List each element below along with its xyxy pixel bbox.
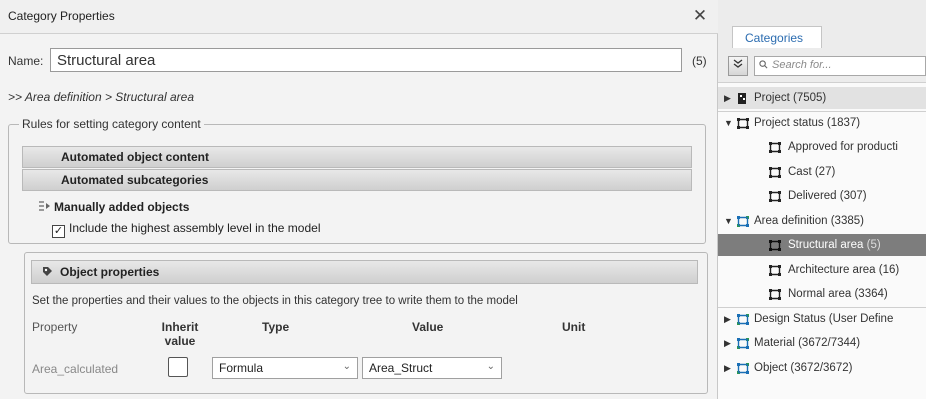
object-properties-title: Object properties xyxy=(60,265,160,279)
tree-item-label: Project (7505) xyxy=(754,92,827,104)
tree-item-label: Cast (27) xyxy=(788,165,836,178)
include-highest-row[interactable]: ✓ Include the highest assembly level in t… xyxy=(52,221,320,238)
expand-arrow-icon[interactable]: ▶ xyxy=(724,357,731,379)
category-color-icon xyxy=(736,361,750,374)
name-count: (5) xyxy=(692,54,707,68)
name-input[interactable] xyxy=(50,48,682,72)
automated-subcategories-header[interactable]: Automated subcategories xyxy=(22,169,692,191)
object-properties-header[interactable]: Object properties xyxy=(31,260,698,284)
chevron-down-icon: ⌄ xyxy=(342,361,351,372)
dialog-title: Category Properties xyxy=(8,9,115,23)
name-label: Name: xyxy=(8,54,44,68)
category-color-icon xyxy=(736,214,750,227)
include-highest-checkbox[interactable]: ✓ xyxy=(52,225,65,238)
collapse-arrow-icon[interactable]: ▼ xyxy=(724,112,733,134)
tab-categories[interactable]: Categories xyxy=(732,26,822,48)
categories-panel: Categories Search for... ▶ Project (7505)… xyxy=(718,0,926,399)
expand-arrow-icon[interactable]: ▶ xyxy=(724,308,731,330)
tree-item-count: (5) xyxy=(863,239,881,251)
tree-item-label: Project status (1837) xyxy=(754,116,861,129)
type-select[interactable]: Formula ⌄ xyxy=(212,357,358,379)
column-type: Type xyxy=(262,320,290,334)
category-icon xyxy=(768,238,782,251)
column-inherit: Inherit value xyxy=(161,320,199,348)
manually-added-objects[interactable]: Manually added objects xyxy=(54,200,189,214)
column-unit: Unit xyxy=(562,320,586,334)
tree-item[interactable]: Structural area (5) xyxy=(718,234,926,256)
search-icon xyxy=(759,60,768,69)
expand-arrow-icon[interactable]: ▶ xyxy=(724,332,731,354)
filter-icon xyxy=(733,59,743,68)
categories-toolbar: Search for... xyxy=(728,54,926,80)
tree-item[interactable]: ▶ Object (3672/3672) xyxy=(718,357,926,379)
column-property: Property xyxy=(32,320,78,334)
tree-item-label: Delivered (307) xyxy=(788,190,867,202)
category-properties-dialog: Category Properties ✕ Name: (5) >> Area … xyxy=(0,0,718,399)
tree-item-label: Material (3672/7344) xyxy=(754,337,861,349)
category-icon xyxy=(768,189,782,202)
manual-objects-icon xyxy=(38,200,52,215)
automated-object-content-header[interactable]: Automated object content xyxy=(22,146,692,168)
category-icon xyxy=(736,116,750,129)
tree-item[interactable]: ▶ Material (3672/7344) xyxy=(718,332,926,354)
tree-item[interactable]: Approved for producti xyxy=(718,136,926,158)
category-tree: ▶ Project (7505) ▼ Project status (1837) App… xyxy=(718,82,926,399)
category-icon xyxy=(768,287,782,300)
tree-item[interactable]: Architecture area (16) xyxy=(718,259,926,281)
value-select-value: Area_Struct xyxy=(369,361,433,375)
close-icon[interactable]: ✕ xyxy=(690,5,710,27)
expand-arrow-icon[interactable]: ▶ xyxy=(724,87,731,109)
tree-item-label: Area definition (3385) xyxy=(754,214,864,227)
category-icon xyxy=(768,140,782,153)
tree-item-label: Design Status (User Define xyxy=(754,312,894,325)
category-icon xyxy=(768,165,782,178)
tree-item-label: Object (3672/3672) xyxy=(754,361,853,374)
tree-item-label: Architecture area (16) xyxy=(788,263,900,276)
tree-item-label: Normal area (3364) xyxy=(788,288,888,300)
tree-item[interactable]: Delivered (307) xyxy=(718,185,926,207)
chevron-down-icon: ⌄ xyxy=(486,361,495,372)
type-select-value: Formula xyxy=(219,361,264,375)
tree-item[interactable]: ▼ Area definition (3385) xyxy=(718,210,926,232)
filter-button[interactable] xyxy=(728,56,748,76)
search-input[interactable]: Search for... xyxy=(754,56,926,76)
column-value: Value xyxy=(412,320,444,334)
category-icon xyxy=(768,263,782,276)
tree-item[interactable]: ▶ Project (7505) xyxy=(718,87,926,109)
include-highest-label: Include the highest assembly level in th… xyxy=(69,221,321,235)
category-color-icon xyxy=(736,336,750,349)
breadcrumb[interactable]: >> Area definition > Structural area xyxy=(8,90,194,104)
search-placeholder: Search for... xyxy=(772,59,832,71)
tree-item[interactable]: Normal area (3364) xyxy=(718,283,926,305)
building-icon xyxy=(736,91,750,104)
tree-item-label: Approved for producti xyxy=(788,141,898,153)
properties-icon xyxy=(41,265,54,281)
tree-item[interactable]: ▶ Design Status (User Define xyxy=(718,308,926,330)
rules-legend: Rules for setting category content xyxy=(19,117,204,131)
tree-item[interactable]: ▼ Project status (1837) xyxy=(718,112,926,134)
dialog-title-bar: Category Properties ✕ xyxy=(0,0,718,34)
tree-item-label: Structural area (5) xyxy=(788,239,881,251)
category-color-icon xyxy=(736,312,750,325)
inherit-checkbox[interactable] xyxy=(168,357,188,377)
row-property-name: Area_calculated xyxy=(32,362,119,376)
properties-description: Set the properties and their values to t… xyxy=(32,295,518,307)
tree-item[interactable]: Cast (27) xyxy=(718,161,926,183)
collapse-arrow-icon[interactable]: ▼ xyxy=(724,210,733,232)
value-select[interactable]: Area_Struct ⌄ xyxy=(362,357,502,379)
